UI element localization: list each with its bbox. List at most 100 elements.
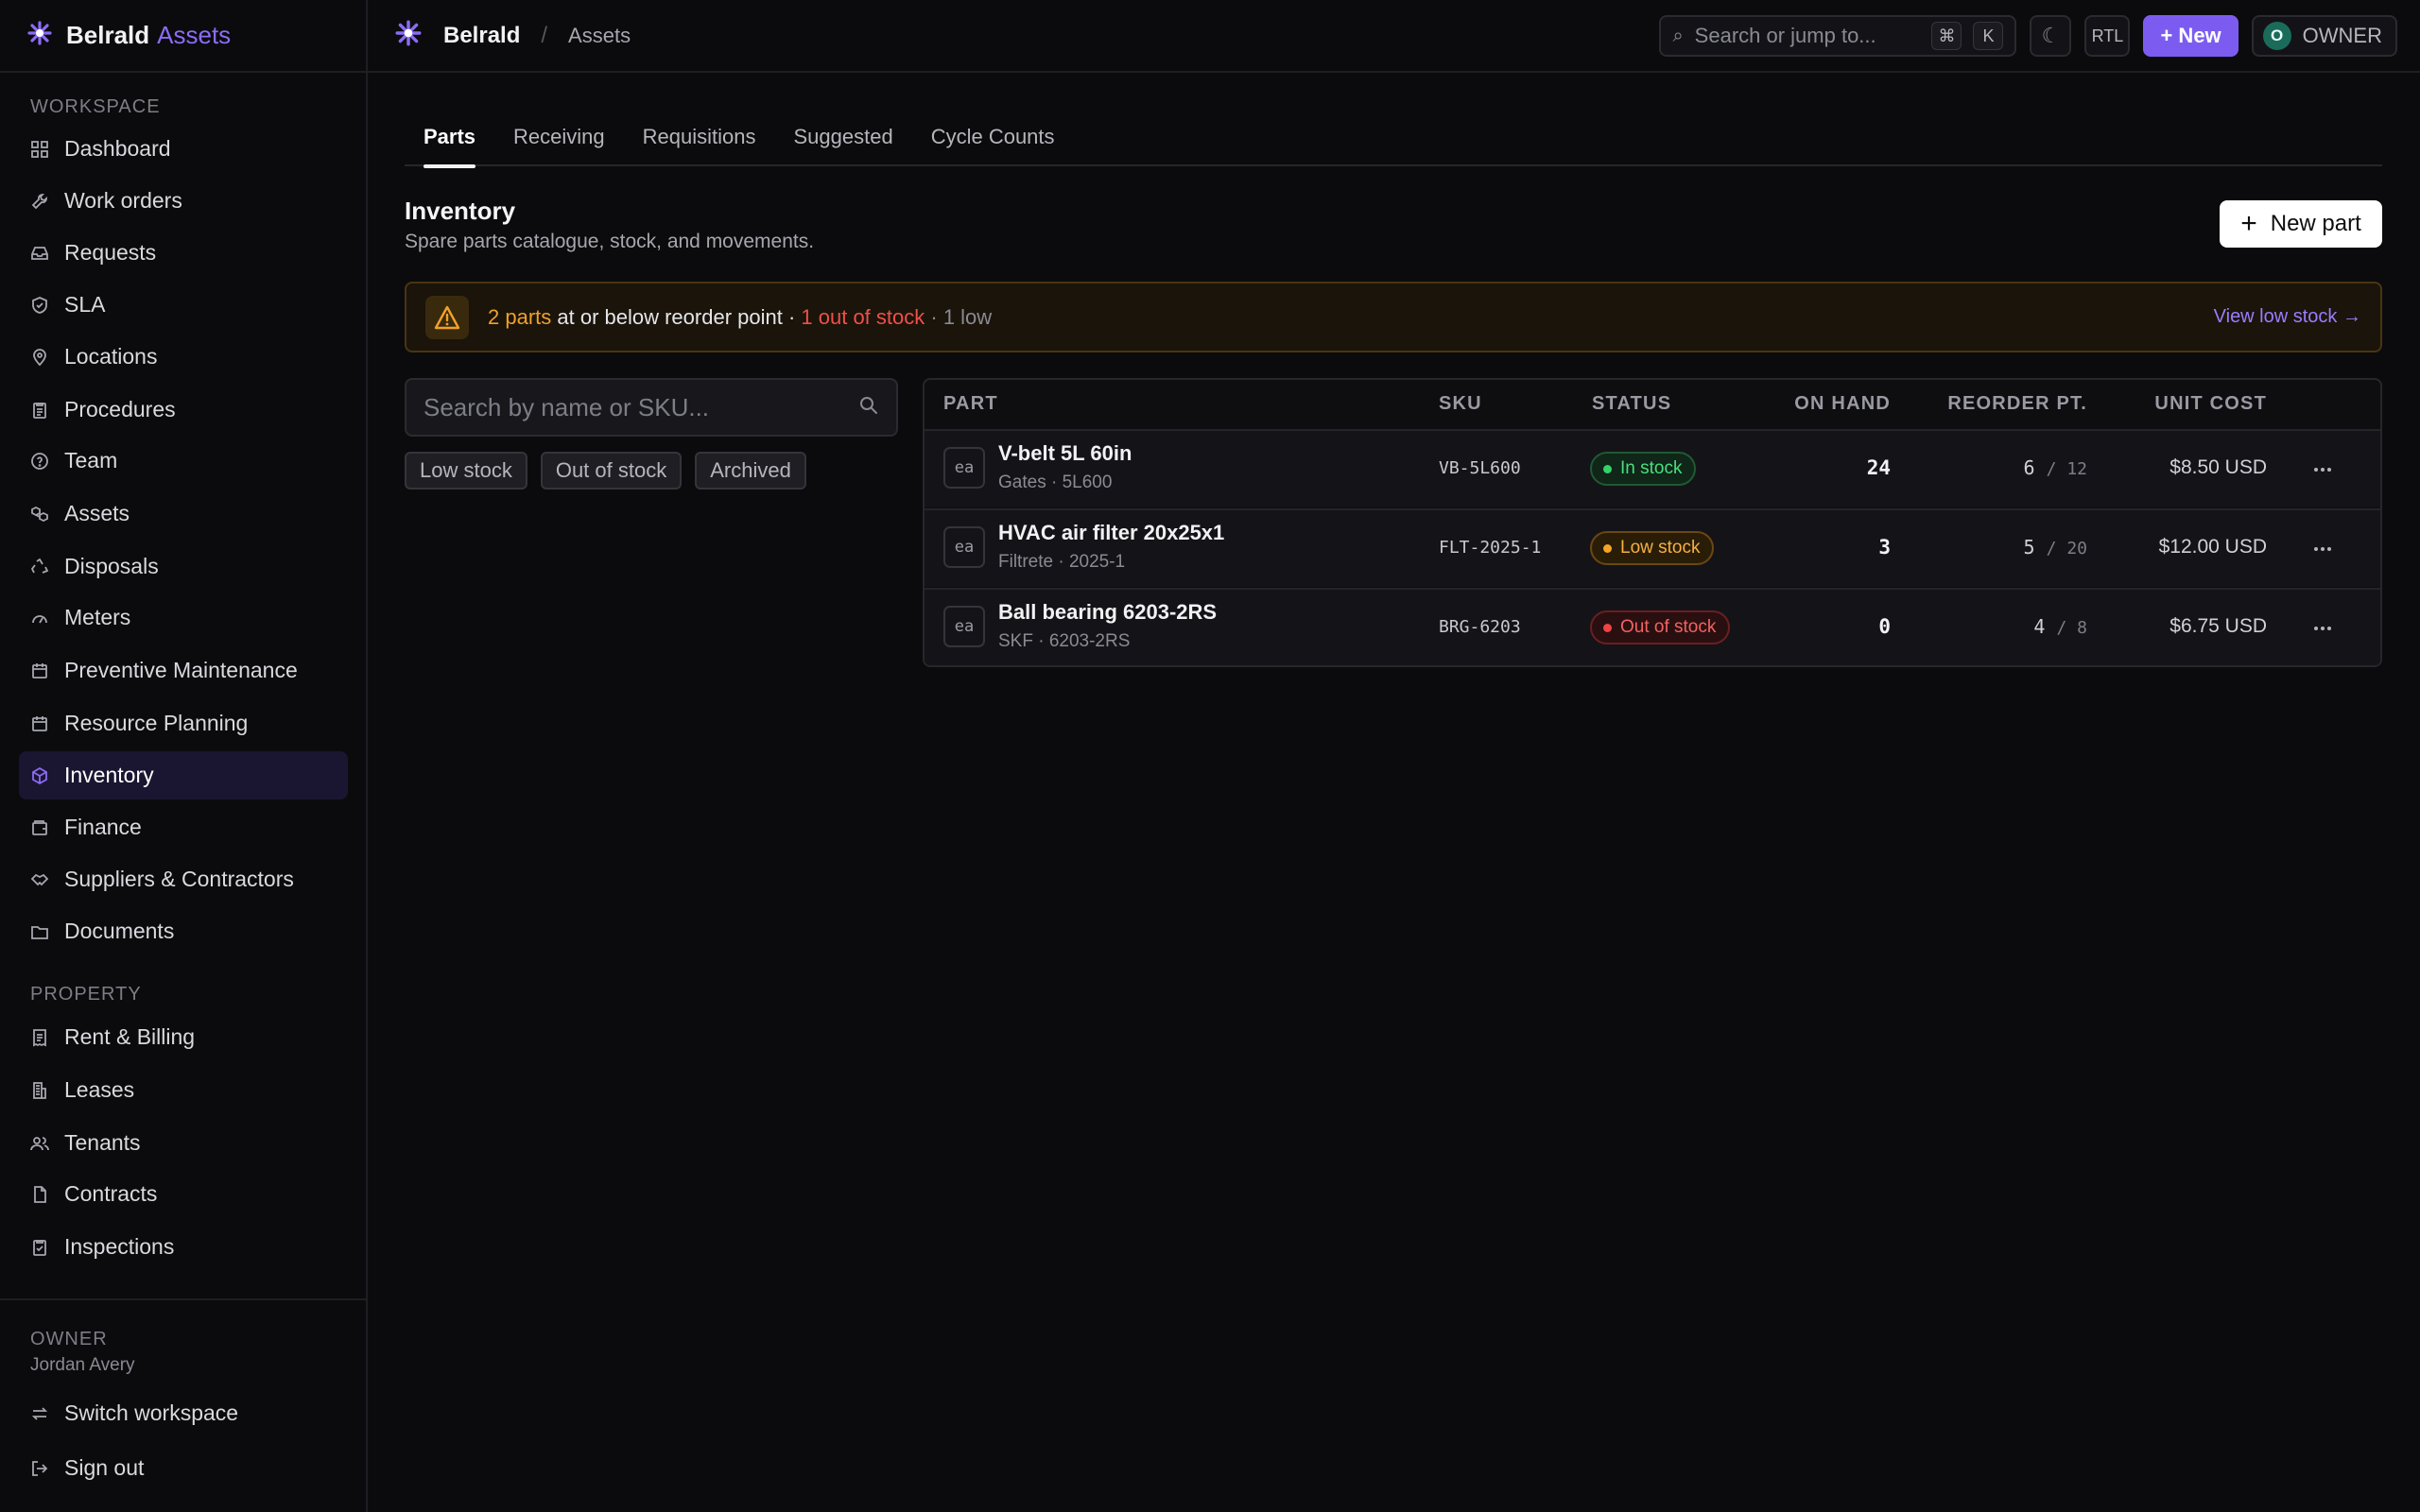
col-header-sku[interactable]: SKU (1439, 393, 1482, 415)
account-menu-button[interactable]: O OWNER (2251, 15, 2397, 57)
sidebar-item-suppliers-contractors[interactable]: Suppliers & Contractors (19, 855, 348, 903)
sign-out-button[interactable]: Sign out (19, 1444, 348, 1492)
table-row[interactable]: ea Ball bearing 6203-2RS SKF · 6203-2RS … (925, 588, 2380, 665)
reorder-point: 6 (2023, 456, 2035, 479)
sidebar-item-inspections[interactable]: Inspections (19, 1223, 348, 1271)
col-header-part[interactable]: PART (943, 393, 998, 415)
sidebar-item-inventory[interactable]: Inventory (19, 751, 348, 799)
moon-icon: ☾ (2041, 24, 2061, 47)
part-name[interactable]: V-belt 5L 60in (998, 441, 1132, 466)
sidebar-item-label: Locations (64, 344, 158, 369)
footer-role: OWNER (30, 1329, 108, 1349)
sidebar-item-leases[interactable]: Leases (19, 1066, 348, 1114)
tab-cycle-counts[interactable]: Cycle Counts (912, 113, 1074, 166)
sidebar-item-contracts[interactable]: Contracts (19, 1170, 348, 1218)
sidebar-item-team[interactable]: Team (19, 437, 348, 485)
sidebar-item-requests[interactable]: Requests (19, 229, 348, 277)
sidebar-item-work-orders[interactable]: Work orders (19, 177, 348, 225)
sidebar-item-label: Finance (64, 815, 142, 839)
package-icon (30, 766, 49, 785)
sidebar-item-preventive-maintenance[interactable]: Preventive Maintenance (19, 646, 348, 695)
sidebar-item-meters[interactable]: Meters (19, 593, 348, 642)
sidebar-item-documents[interactable]: Documents (19, 907, 348, 955)
footer-user-name: Jordan Avery (30, 1355, 135, 1375)
sidebar-item-sla[interactable]: SLA (19, 281, 348, 329)
col-header-status[interactable]: STATUS (1592, 393, 1671, 415)
new-button[interactable]: + New (2143, 15, 2238, 57)
global-search-placeholder: Search or jump to... (1694, 24, 1876, 47)
switch-workspace-button[interactable]: Switch workspace (19, 1389, 348, 1437)
workspace-section-label: WORKSPACE (30, 96, 161, 117)
new-part-button[interactable]: + New part (2220, 200, 2382, 248)
sidebar-item-label: Tenants (64, 1130, 141, 1155)
brand[interactable]: Belrald Assets (0, 0, 366, 73)
breadcrumb: Belrald / Assets (394, 19, 631, 52)
filter-chip-low-stock[interactable]: Low stock (405, 452, 527, 490)
tab-receiving[interactable]: Receiving (494, 113, 624, 166)
sidebar-item-label: Documents (64, 919, 175, 943)
sidebar-item-label: Rent & Billing (64, 1024, 196, 1049)
parts-search-input[interactable]: Search by name or SKU... (405, 378, 898, 437)
col-header-unit-cost[interactable]: UNIT COST (2154, 393, 2267, 415)
on-hand-value: 0 (1878, 615, 1891, 638)
sidebar-item-resource-planning[interactable]: Resource Planning (19, 699, 348, 747)
status-dot (1603, 623, 1612, 632)
status-badge: Out of stock (1590, 610, 1731, 644)
reorder-value: 6 / 12 (2024, 456, 2087, 479)
sidebar: Belrald Assets WORKSPACE Dashboard Work o… (0, 0, 368, 1512)
tab-requisitions[interactable]: Requisitions (624, 113, 775, 166)
reorder-max: / 20 (2046, 539, 2087, 558)
row-actions-button[interactable] (2308, 452, 2337, 486)
reorder-max: / 12 (2046, 459, 2087, 479)
file-icon (30, 1185, 49, 1204)
sidebar-item-tenants[interactable]: Tenants (19, 1119, 348, 1167)
unit-cost-value: $12.00 USD (2158, 536, 2267, 558)
sidebar-item-assets[interactable]: Assets (19, 490, 348, 538)
breadcrumb-page[interactable]: Assets (568, 24, 631, 48)
reorder-alert: 2 parts at or below reorder point · 1 ou… (405, 282, 2382, 352)
col-header-reorder[interactable]: REORDER PT. (1947, 393, 2087, 415)
unit-cost-value: $8.50 USD (2169, 456, 2267, 478)
view-low-stock-link[interactable]: View low stock → (2214, 306, 2361, 328)
sidebar-item-procedures[interactable]: Procedures (19, 386, 348, 434)
row-actions-button[interactable] (2308, 610, 2337, 644)
folder-icon (30, 922, 49, 941)
clipboard-check-icon (30, 1238, 49, 1257)
sidebar-item-label: SLA (64, 292, 106, 317)
sidebar-item-rent-billing[interactable]: Rent & Billing (19, 1013, 348, 1061)
topbar-actions: ⌕ Search or jump to... ⌘ K ☾ RTL + New O… (1659, 15, 2397, 57)
switch-workspace-label: Switch workspace (64, 1400, 239, 1425)
breadcrumb-org[interactable]: Belrald (443, 23, 520, 49)
receipt-icon (30, 1028, 49, 1047)
sidebar-item-dashboard[interactable]: Dashboard (19, 125, 348, 173)
sidebar-item-finance[interactable]: Finance (19, 803, 348, 851)
tab-suggested[interactable]: Suggested (775, 113, 912, 166)
topbar: Belrald / Assets ⌕ Search or jump to... … (368, 0, 2420, 73)
sidebar-item-locations[interactable]: Locations (19, 333, 348, 381)
sidebar-item-disposals[interactable]: Disposals (19, 542, 348, 591)
sidebar-item-label: Inspections (64, 1234, 175, 1259)
clipboard-icon (30, 401, 49, 420)
sidebar-item-label: Team (64, 448, 118, 472)
table-row[interactable]: ea HVAC air filter 20x25x1 Filtrete · 20… (925, 508, 2380, 587)
account-role-label: OWNER (2302, 24, 2382, 47)
sidebar-item-label: Work orders (64, 188, 182, 213)
users-icon (30, 1134, 49, 1153)
row-actions-button[interactable] (2308, 531, 2337, 565)
part-name[interactable]: HVAC air filter 20x25x1 (998, 521, 1224, 545)
map-pin-icon (30, 348, 49, 367)
table-row[interactable]: ea V-belt 5L 60in Gates · 5L600 VB-5L600… (925, 429, 2380, 507)
filter-chip-out-of-stock[interactable]: Out of stock (540, 452, 683, 490)
rtl-toggle-button[interactable]: RTL (2084, 15, 2131, 57)
more-horizontal-icon (2313, 619, 2332, 636)
theme-toggle-button[interactable]: ☾ (2030, 15, 2072, 57)
calendar-icon (30, 714, 49, 733)
global-search[interactable]: ⌕ Search or jump to... ⌘ K (1659, 15, 2017, 57)
col-header-on-hand[interactable]: ON HAND (1794, 393, 1891, 415)
alert-message: 2 parts at or below reorder point · 1 ou… (488, 305, 992, 330)
wrench-icon (30, 192, 49, 211)
sidebar-item-label: Assets (64, 501, 130, 525)
tab-parts[interactable]: Parts (405, 113, 494, 168)
filter-chip-archived[interactable]: Archived (695, 452, 806, 490)
part-name[interactable]: Ball bearing 6203-2RS (998, 600, 1217, 625)
